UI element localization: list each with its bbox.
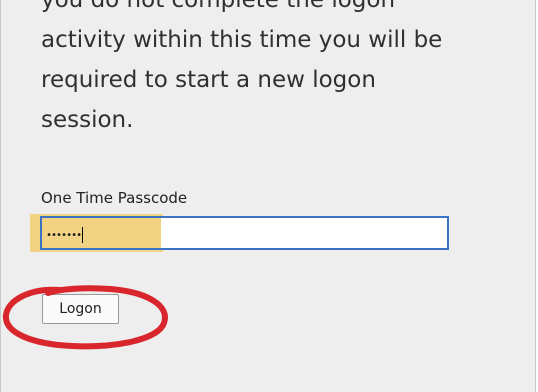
passcode-field[interactable]: ••••••• bbox=[30, 214, 449, 252]
message-line: you do not complete the logon bbox=[41, 0, 396, 13]
passcode-masked-value: ••••••• bbox=[46, 226, 84, 246]
message-line: activity within this time you will be bbox=[41, 27, 443, 53]
passcode-input[interactable]: ••••••• bbox=[40, 216, 449, 250]
message-line: required to start a new logon bbox=[41, 67, 376, 93]
text-caret bbox=[82, 227, 84, 243]
message-line: session. bbox=[41, 107, 134, 133]
passcode-label: One Time Passcode bbox=[41, 189, 188, 207]
session-timeout-message: you do not complete the logon activity w… bbox=[41, 0, 521, 140]
logon-panel: you do not complete the logon activity w… bbox=[0, 0, 536, 392]
logon-button[interactable]: Logon bbox=[42, 294, 119, 324]
